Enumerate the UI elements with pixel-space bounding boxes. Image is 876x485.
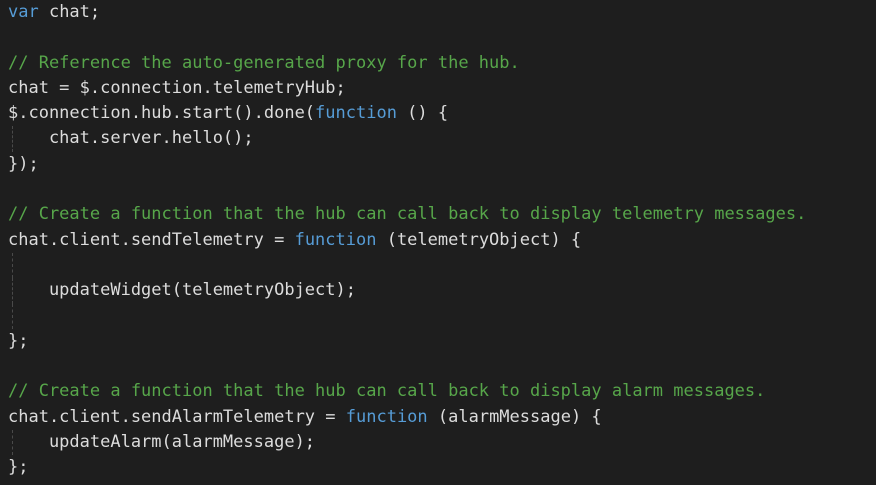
- code-text: updateAlarm(alarmMessage);: [8, 432, 316, 453]
- indent-guide: [12, 126, 13, 152]
- code-line[interactable]: // Create a function that the hub can ca…: [0, 379, 876, 404]
- code-text: chat.client.sendAlarmTelemetry =: [8, 406, 346, 427]
- code-line[interactable]: updateAlarm(alarmMessage);: [0, 430, 876, 456]
- code-text: };: [8, 457, 29, 478]
- keyword-token: function: [294, 229, 377, 250]
- code-line[interactable]: };: [0, 329, 876, 354]
- code-text: chat;: [38, 2, 101, 22]
- code-text: (telemetryObject) {: [376, 229, 582, 250]
- code-line[interactable]: chat.server.hello();: [0, 126, 876, 152]
- code-line[interactable]: });: [0, 152, 876, 177]
- code-line[interactable]: updateWidget(telemetryObject);: [0, 278, 876, 304]
- code-text: chat = $.connection.telemetryHub;: [8, 77, 346, 98]
- indent-guide: [12, 278, 13, 304]
- code-text: };: [8, 330, 29, 351]
- code-line[interactable]: chat = $.connection.telemetryHub;: [0, 76, 876, 101]
- code-text: (alarmMessage) {: [427, 406, 602, 427]
- code-text: () {: [396, 103, 449, 124]
- indent-guide: [12, 252, 13, 279]
- code-line[interactable]: $.connection.hub.start().done(function (…: [0, 101, 876, 126]
- code-line[interactable]: };: [0, 455, 876, 480]
- code-line[interactable]: [0, 303, 876, 329]
- code-text: $.connection.hub.start().done(: [8, 103, 316, 124]
- code-line[interactable]: [0, 25, 876, 50]
- code-line[interactable]: [0, 177, 876, 202]
- code-text: chat.server.hello();: [8, 128, 254, 149]
- code-text: });: [8, 153, 39, 174]
- keyword-token: var: [8, 2, 39, 22]
- indent-guide: [12, 303, 13, 329]
- indent-guide: [12, 430, 13, 456]
- comment-token: // Create a function that the hub can ca…: [8, 381, 766, 402]
- code-text: chat.client.sendTelemetry =: [8, 229, 295, 250]
- comment-token: // Reference the auto-generated proxy fo…: [8, 52, 520, 73]
- code-line[interactable]: // Reference the auto-generated proxy fo…: [0, 51, 876, 76]
- code-line[interactable]: chat.client.sendAlarmTelemetry = functio…: [0, 405, 876, 430]
- keyword-token: function: [315, 103, 397, 124]
- code-text: updateWidget(telemetryObject);: [8, 280, 356, 301]
- comment-token: // Create a function that the hub can ca…: [8, 204, 807, 225]
- code-line[interactable]: var chat;: [0, 0, 876, 25]
- code-line[interactable]: [0, 252, 876, 279]
- code-line[interactable]: chat.client.sendTelemetry = function (te…: [0, 228, 876, 253]
- code-editor[interactable]: var chat; // Reference the auto-generated…: [0, 0, 876, 485]
- code-line[interactable]: // Create a function that the hub can ca…: [0, 202, 876, 227]
- code-line[interactable]: [0, 354, 876, 379]
- keyword-token: function: [345, 406, 428, 427]
